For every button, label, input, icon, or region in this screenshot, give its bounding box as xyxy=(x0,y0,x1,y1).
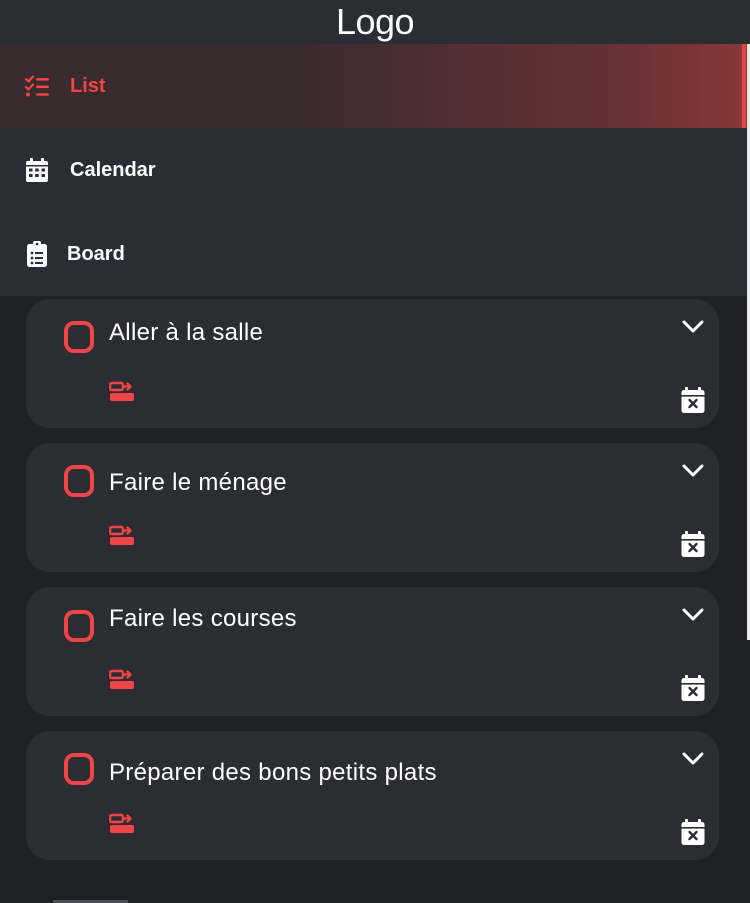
nav-label-list: List xyxy=(70,74,106,97)
nav-label-calendar: Calendar xyxy=(70,158,156,181)
checklist-icon xyxy=(24,73,50,99)
chevron-down-icon[interactable] xyxy=(681,319,705,335)
chevron-down-icon[interactable] xyxy=(681,463,705,479)
task-checkbox[interactable] xyxy=(64,321,94,353)
calendar-remove-icon[interactable] xyxy=(681,819,705,845)
task-title: Aller à la salle xyxy=(109,319,264,346)
nav-label-board: Board xyxy=(67,242,125,265)
task-card[interactable]: Faire le ménage xyxy=(26,443,719,572)
move-task-icon[interactable] xyxy=(109,525,135,547)
sidebar-nav: List Calendar Board xyxy=(0,44,750,296)
calendar-remove-icon[interactable] xyxy=(681,531,705,557)
calendar-icon xyxy=(24,157,50,183)
task-checkbox[interactable] xyxy=(64,753,94,785)
move-task-icon[interactable] xyxy=(109,669,135,691)
task-card[interactable]: Faire les courses xyxy=(26,587,719,716)
task-title: Préparer des bons petits plats xyxy=(109,759,437,786)
clipboard-icon xyxy=(24,241,50,267)
calendar-remove-icon[interactable] xyxy=(681,675,705,701)
chevron-down-icon[interactable] xyxy=(681,607,705,623)
task-title: Faire le ménage xyxy=(109,469,287,496)
chevron-down-icon[interactable] xyxy=(681,751,705,767)
header: Logo xyxy=(0,0,750,44)
nav-item-board[interactable]: Board xyxy=(0,212,750,296)
task-checkbox[interactable] xyxy=(64,465,94,497)
task-card[interactable]: Préparer des bons petits plats xyxy=(26,731,719,860)
task-title: Faire les courses xyxy=(109,605,297,632)
logo[interactable]: Logo xyxy=(336,0,415,44)
app: Logo List Calendar Board Aller à la sall… xyxy=(0,0,750,903)
nav-item-list[interactable]: List xyxy=(0,44,750,128)
nav-item-calendar[interactable]: Calendar xyxy=(0,128,750,212)
task-list: Aller à la salle Faire le ménage Faire l… xyxy=(26,299,719,875)
move-task-icon[interactable] xyxy=(109,381,135,403)
task-card[interactable]: Aller à la salle xyxy=(26,299,719,428)
move-task-icon[interactable] xyxy=(109,813,135,835)
task-checkbox[interactable] xyxy=(64,610,94,642)
calendar-remove-icon[interactable] xyxy=(681,387,705,413)
